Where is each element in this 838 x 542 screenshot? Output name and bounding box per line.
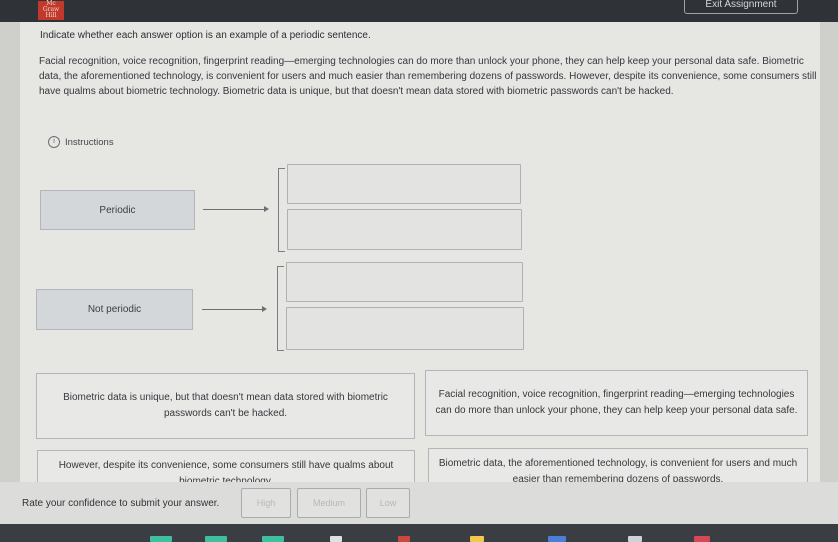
drop-zone-not-periodic-2[interactable] bbox=[286, 307, 524, 350]
exit-assignment-button[interactable]: Exit Assignment bbox=[684, 0, 798, 14]
answer-card[interactable]: Facial recognition, voice recognition, f… bbox=[425, 370, 808, 436]
drop-zone-periodic-1[interactable] bbox=[287, 164, 521, 204]
arrow-right-icon bbox=[262, 306, 267, 312]
taskbar bbox=[0, 524, 838, 542]
connector-line bbox=[203, 209, 265, 210]
app-icon[interactable] bbox=[205, 536, 227, 542]
info-icon: i bbox=[48, 136, 60, 148]
category-label: Not periodic bbox=[87, 304, 142, 315]
arrow-right-icon bbox=[264, 206, 269, 212]
drop-zone-periodic-2[interactable] bbox=[287, 209, 522, 250]
app-icon[interactable] bbox=[150, 536, 172, 542]
app-icon[interactable] bbox=[628, 536, 642, 542]
answer-card-text: Biometric data is unique, but that doesn… bbox=[63, 392, 388, 419]
app-icon[interactable] bbox=[330, 536, 342, 542]
drop-zone-not-periodic-1[interactable] bbox=[286, 262, 523, 302]
answer-card[interactable]: Biometric data is unique, but that doesn… bbox=[36, 373, 415, 439]
top-bar: Mc Graw Hill Exit Assignment bbox=[0, 0, 838, 22]
question-prompt: Indicate whether each answer option is a… bbox=[40, 30, 371, 41]
question-panel: Indicate whether each answer option is a… bbox=[20, 22, 820, 532]
app-icon[interactable] bbox=[694, 536, 710, 542]
mcgraw-hill-logo: Mc Graw Hill bbox=[38, 1, 64, 20]
app-icon[interactable] bbox=[470, 536, 484, 542]
connector-line bbox=[202, 309, 263, 310]
instructions-label: Instructions bbox=[65, 136, 114, 148]
app-icon[interactable] bbox=[548, 536, 566, 542]
confidence-high-button[interactable]: High bbox=[241, 488, 291, 518]
confidence-label: Rate your confidence to submit your answ… bbox=[22, 498, 220, 509]
category-not-periodic: Not periodic bbox=[36, 289, 193, 330]
bracket bbox=[277, 266, 284, 351]
app-icon[interactable] bbox=[398, 536, 410, 542]
instructions-toggle[interactable]: i Instructions bbox=[48, 136, 114, 148]
bracket bbox=[278, 168, 285, 252]
confidence-medium-button[interactable]: Medium bbox=[297, 488, 361, 518]
category-periodic: Periodic bbox=[40, 190, 195, 230]
answer-card-text: Facial recognition, voice recognition, f… bbox=[435, 389, 798, 416]
confidence-low-button[interactable]: Low bbox=[366, 488, 410, 518]
category-label: Periodic bbox=[99, 204, 136, 216]
app-icon[interactable] bbox=[262, 536, 284, 542]
question-passage: Facial recognition, voice recognition, f… bbox=[39, 56, 817, 97]
